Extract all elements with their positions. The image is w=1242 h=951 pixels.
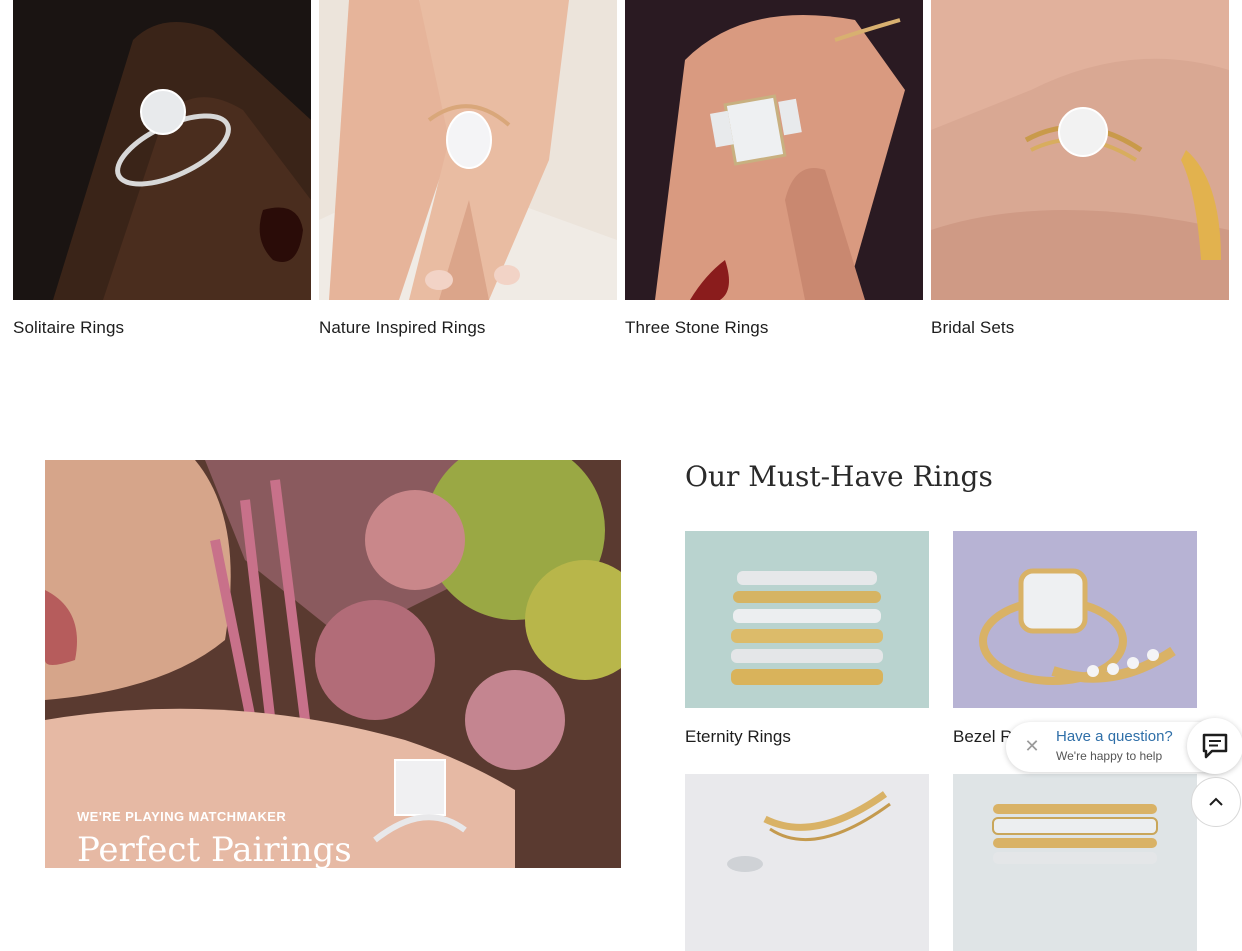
chat-bubble-icon [1202,733,1228,759]
promo-banner[interactable]: WE'RE PLAYING MATCHMAKER Perfect Pairing… [45,460,621,868]
category-card-solitaire[interactable]: Solitaire Rings [13,0,311,337]
solitaire-ring-photo[interactable] [13,0,311,300]
stacked-bands-photo[interactable] [953,774,1197,951]
category-label[interactable]: Nature Inspired Rings [319,318,486,338]
category-card-nature[interactable]: Nature Inspired Rings [319,0,617,337]
must-have-label[interactable]: Bezel R [953,727,1013,747]
category-label[interactable]: Three Stone Rings [625,318,768,338]
section-title: Our Must-Have Rings [685,460,993,493]
must-have-card-bezel[interactable]: Bezel R [953,531,1197,746]
nature-ring-photo[interactable] [319,0,617,300]
chat-subtitle: We're happy to help [1056,749,1163,763]
close-icon[interactable]: ✕ [1022,736,1042,756]
eternity-rings-photo[interactable] [685,531,929,708]
promo-eyebrow: WE'RE PLAYING MATCHMAKER [77,809,287,824]
chat-button[interactable] [1187,718,1242,774]
scroll-to-top-button[interactable] [1191,777,1241,827]
must-have-card-eternity[interactable]: Eternity Rings [685,531,929,746]
category-card-three-stone[interactable]: Three Stone Rings [625,0,923,337]
must-have-label[interactable]: Eternity Rings [685,727,791,747]
promo-title: Perfect Pairings [77,830,352,868]
category-label[interactable]: Solitaire Rings [13,318,124,338]
must-have-card-4[interactable] [953,774,1197,951]
three-stone-ring-photo[interactable] [625,0,923,300]
category-card-bridal[interactable]: Bridal Sets [931,0,1229,337]
chevron-up-icon [1209,797,1223,806]
bezel-rings-photo[interactable] [953,531,1197,708]
must-have-card-3[interactable] [685,774,929,951]
bridal-set-photo[interactable] [931,0,1229,300]
curved-band-photo[interactable] [685,774,929,951]
category-label[interactable]: Bridal Sets [931,318,1014,338]
chat-title[interactable]: Have a question? [1056,728,1173,745]
